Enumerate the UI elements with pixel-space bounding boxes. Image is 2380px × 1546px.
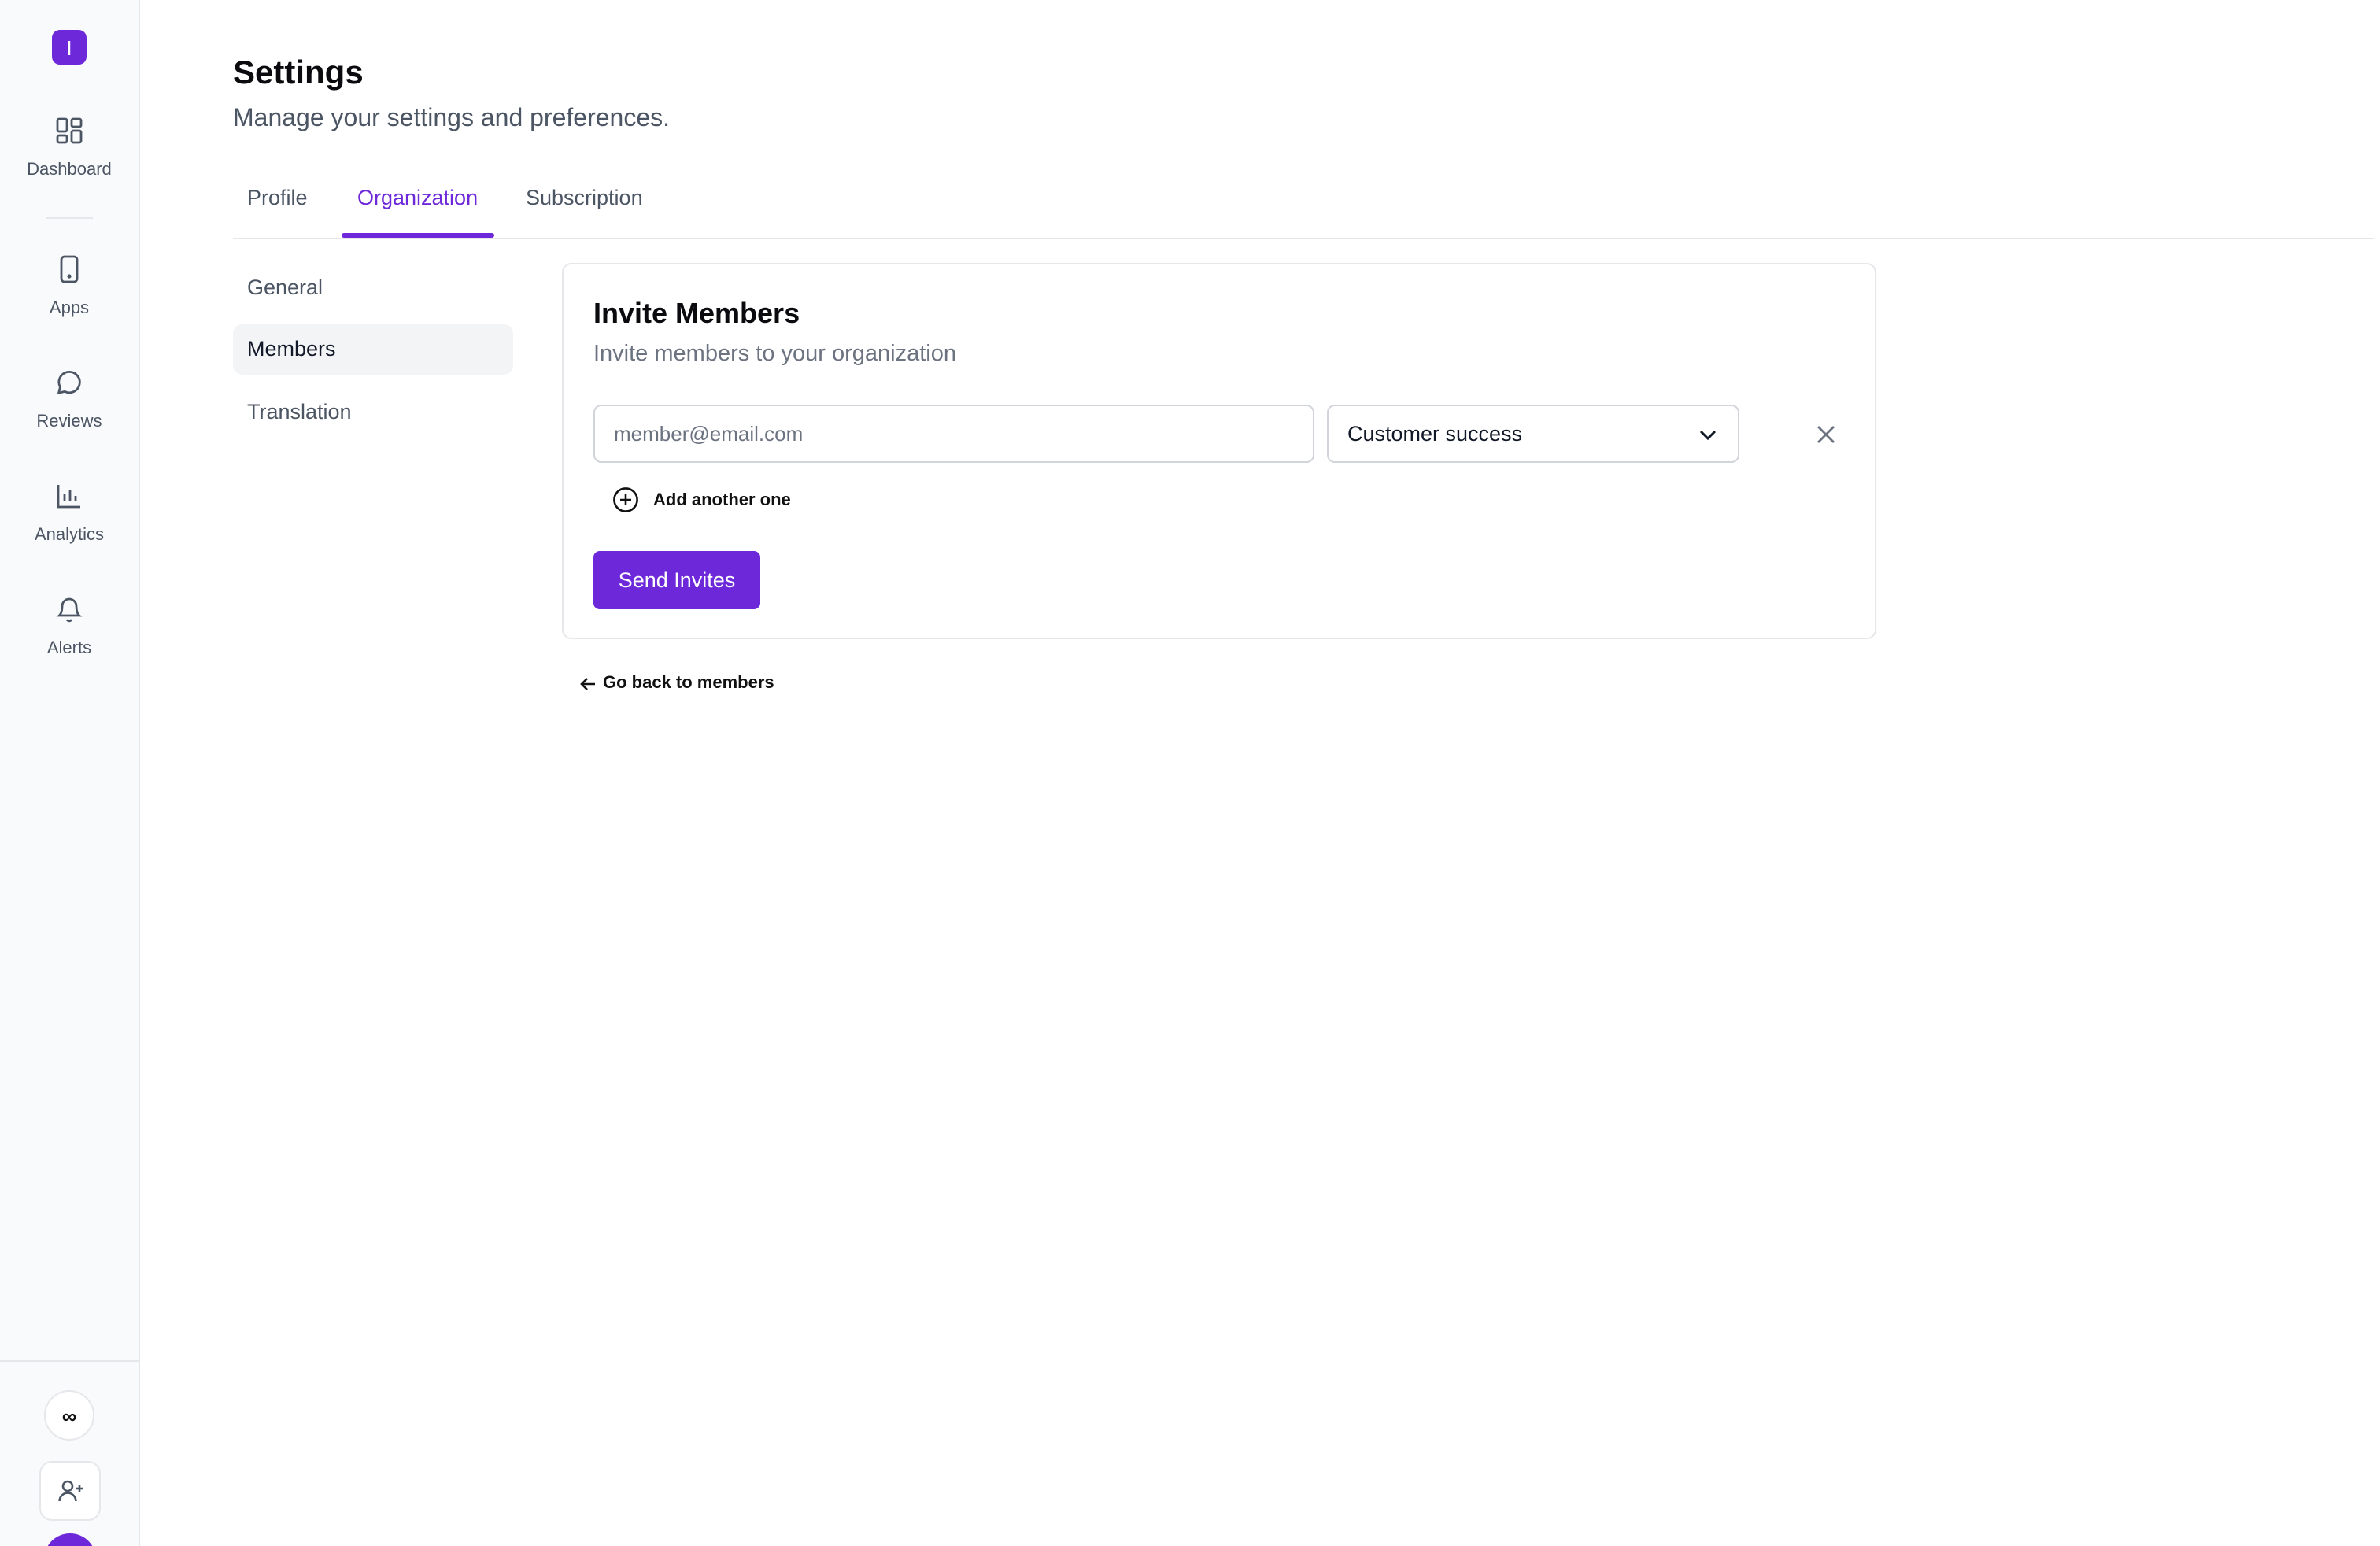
card-title: Invite Members [593, 298, 800, 329]
sidebar: I Dashboard Apps Reviews Analytics Alert… [0, 0, 140, 1546]
sidebar-item-analytics[interactable]: Analytics [0, 482, 139, 545]
role-select-value: Customer success [1347, 422, 1523, 446]
subnav-general[interactable]: General [233, 263, 513, 313]
go-back-link[interactable]: Go back to members [579, 674, 774, 693]
user-avatar[interactable]: J [44, 1533, 96, 1546]
go-back-label: Go back to members [603, 674, 774, 693]
subnav-members[interactable]: Members [233, 324, 513, 375]
tab-profile[interactable]: Profile [247, 186, 308, 209]
plus-circle-icon [613, 487, 638, 512]
bar-chart-icon [57, 485, 80, 509]
sidebar-item-dashboard[interactable]: Dashboard [0, 117, 139, 179]
sidebar-divider [46, 217, 93, 219]
sidebar-item-label: Dashboard [27, 161, 112, 179]
phone-icon [60, 255, 79, 283]
tabs-divider [233, 238, 2374, 239]
chat-bubble-icon [57, 370, 81, 395]
app-logo[interactable]: I [52, 30, 87, 65]
sidebar-item-label: Alerts [46, 639, 92, 658]
sidebar-item-label: Analytics [34, 526, 105, 545]
chevron-down-icon [1699, 429, 1717, 440]
tab-subscription[interactable]: Subscription [526, 186, 643, 209]
user-plus-icon [57, 1480, 83, 1502]
sidebar-item-reviews[interactable]: Reviews [0, 368, 139, 431]
add-another-button[interactable]: Add another one [612, 486, 791, 513]
page-subtitle: Manage your settings and preferences. [233, 105, 670, 132]
add-another-label: Add another one [653, 490, 791, 509]
close-icon [1817, 426, 1835, 443]
app-root: I Dashboard Apps Reviews Analytics Alert… [0, 0, 2380, 1546]
card-subtitle: Invite members to your organization [593, 342, 956, 367]
invite-members-card: Invite Members Invite members to your or… [562, 263, 1876, 639]
infinity-button[interactable]: ∞ [44, 1390, 94, 1441]
arrow-left-icon [580, 677, 595, 690]
tab-organization[interactable]: Organization [357, 186, 478, 209]
sidebar-item-alerts[interactable]: Alerts [0, 595, 139, 658]
infinity-icon: ∞ [61, 1404, 77, 1427]
page-title: Settings [233, 55, 364, 91]
sidebar-item-label: Apps [49, 299, 90, 318]
sidebar-item-label: Reviews [36, 412, 102, 431]
subnav-translation[interactable]: Translation [233, 387, 513, 438]
member-email-input[interactable] [593, 405, 1314, 463]
send-invites-button[interactable]: Send Invites [593, 551, 760, 609]
invite-user-button[interactable] [39, 1461, 101, 1521]
role-select[interactable]: Customer success [1327, 405, 1739, 463]
remove-row-button[interactable] [1810, 419, 1842, 450]
dashboard-icon [56, 117, 83, 144]
bell-icon [56, 597, 83, 623]
sidebar-item-apps[interactable]: Apps [0, 255, 139, 318]
sidebar-bottom-divider [0, 1360, 139, 1362]
